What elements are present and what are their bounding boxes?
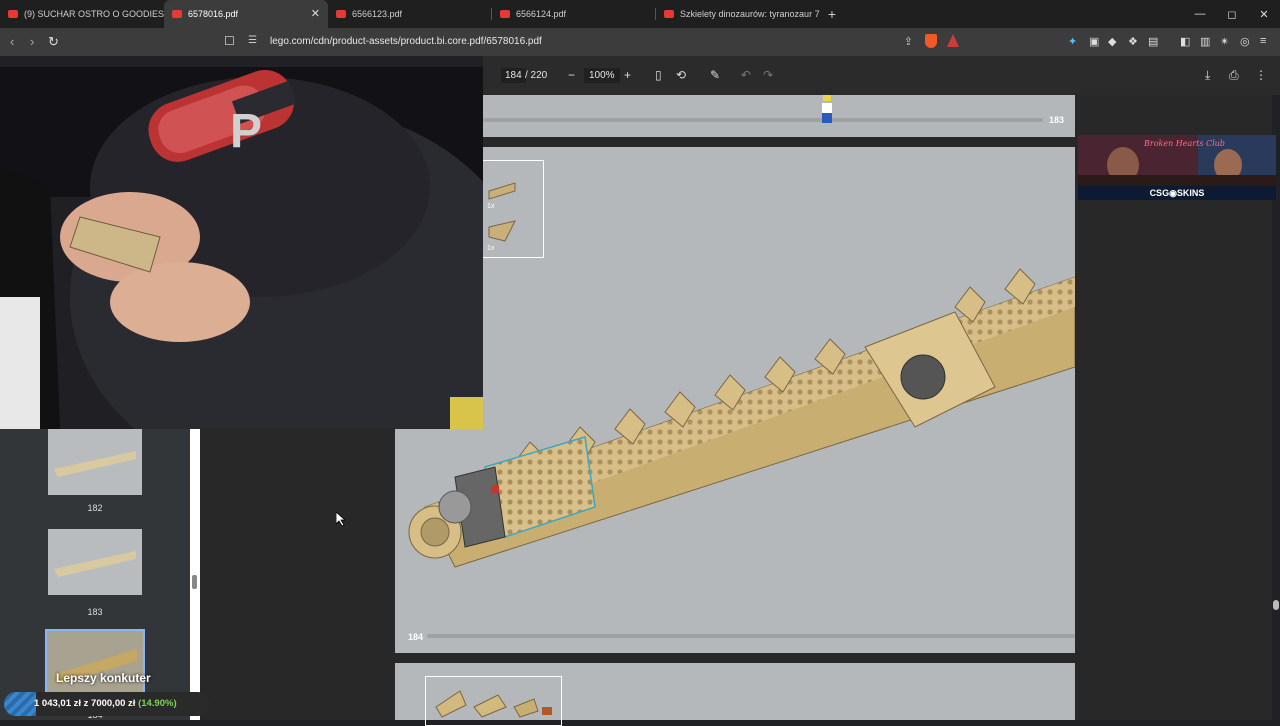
ad-brand: CSG◉SKINS: [1078, 186, 1276, 200]
puzzle-icon[interactable]: ❖: [1128, 35, 1138, 48]
svg-text:P: P: [230, 105, 262, 158]
page-total: / 220: [525, 70, 548, 81]
thumbnail-preview-image: [54, 551, 136, 577]
window-controls: — ◻ ✕: [1184, 0, 1280, 28]
share-icon[interactable]: ⇪: [904, 35, 913, 48]
tab-6566124[interactable]: 6566124.pdf: [492, 0, 656, 28]
tab-bar: (9) SUCHAR OSTRO O GOODIES! OD 6578016.p…: [0, 0, 1280, 28]
donation-percent: (14.90%): [138, 698, 177, 709]
tab-title: 6566123.pdf: [352, 9, 403, 19]
thumbnail-182[interactable]: [48, 429, 142, 495]
donation-goal-text: 1 043,01 zł z 7000,00 zł (14.90%): [34, 698, 177, 709]
url-field[interactable]: ☐ ☰ lego.com/cdn/product-assets/product.…: [216, 31, 971, 53]
tab-szkielety[interactable]: Szkielety dinozaurów: tyranozaur 76: [656, 0, 820, 28]
ad-neon-text: Broken Hearts Club: [1144, 139, 1225, 148]
tab-title: (9) SUCHAR OSTRO O GOODIES! OD: [24, 9, 164, 19]
minifigure-icon: [822, 95, 832, 123]
scrollbar-thumb[interactable]: [1273, 600, 1279, 610]
minimize-button[interactable]: —: [1184, 0, 1216, 28]
tab-close-icon[interactable]: ✕: [311, 7, 320, 20]
scrollbar-thumb[interactable]: [192, 575, 197, 589]
donation-progress-fill: [4, 692, 36, 716]
pdf-toolbar: 184 / 220 − 100% + ▯ ⟲ ✎ ↶ ↷ ⤓ ⎙ ⋮: [483, 56, 1280, 95]
thumbnail-preview-image: [54, 451, 136, 477]
print-icon[interactable]: ⎙: [1229, 68, 1239, 83]
bookmark-icon[interactable]: ☐: [224, 34, 235, 48]
annotate-icon[interactable]: ✎: [710, 68, 720, 82]
extension-icon[interactable]: ▣: [1089, 35, 1099, 48]
leo-icon[interactable]: ✴: [1220, 35, 1229, 48]
address-bar: ‹ › ↻ ☐ ☰ lego.com/cdn/product-assets/pr…: [0, 28, 1280, 56]
extension-icon[interactable]: ▤: [1148, 35, 1158, 48]
download-icon[interactable]: ⤓: [1205, 68, 1210, 83]
page-progress-bar: [483, 118, 1043, 122]
tab-title: Szkielety dinozaurów: tyranozaur 76: [680, 9, 820, 19]
extension-icon[interactable]: ✦: [1068, 35, 1077, 48]
url-text: lego.com/cdn/product-assets/product.bi.c…: [270, 36, 542, 47]
menu-icon[interactable]: ≡: [1260, 35, 1266, 47]
pdf-page-185: [395, 663, 1075, 726]
page-number-label: 183: [1049, 115, 1065, 125]
zoom-level[interactable]: 100%: [584, 68, 620, 83]
sponsor-ad[interactable]: Broken Hearts Club CSG◉SKINS: [1078, 135, 1276, 200]
brave-rewards-icon[interactable]: [947, 34, 959, 47]
thumbnail-preview-image: [53, 649, 137, 685]
rotate-icon[interactable]: ⟲: [676, 68, 686, 82]
lego-favicon-icon: [500, 10, 510, 18]
extension-icon[interactable]: ◆: [1108, 35, 1116, 48]
more-options-icon[interactable]: ⋮: [1255, 68, 1267, 82]
donation-goal-bar: 1 043,01 zł z 7000,00 zł (14.90%): [4, 692, 210, 716]
youtube-favicon-icon: [8, 10, 18, 18]
tab-6566123[interactable]: 6566123.pdf: [328, 0, 492, 28]
donation-goal-title: Lepszy konkuter: [56, 671, 151, 685]
zoom-in-button[interactable]: +: [624, 68, 631, 82]
page-number-input[interactable]: 184: [501, 68, 526, 83]
page-progress-bar: [427, 634, 1075, 638]
sidebar-icon[interactable]: ◧: [1180, 35, 1190, 48]
parts-callout: [425, 676, 562, 726]
undo-icon[interactable]: ↶: [741, 68, 751, 82]
tab-youtube[interactable]: (9) SUCHAR OSTRO O GOODIES! OD: [0, 0, 164, 28]
forward-icon[interactable]: ›: [30, 34, 34, 49]
thumbnail-183[interactable]: [48, 529, 142, 595]
tab-title: 6578016.pdf: [188, 9, 239, 19]
back-icon[interactable]: ‹: [10, 34, 14, 49]
lego-favicon-icon: [172, 10, 182, 18]
donation-goal: 7000,00 zł: [91, 698, 136, 709]
redo-icon[interactable]: ↷: [763, 68, 773, 82]
fit-page-icon[interactable]: ▯: [655, 68, 662, 82]
new-tab-button[interactable]: +: [820, 6, 844, 22]
part-quantity: 1x: [487, 203, 495, 210]
close-window-button[interactable]: ✕: [1248, 0, 1280, 28]
webcam-video-image: P: [0, 67, 483, 429]
webcam-overlay: P: [0, 67, 483, 429]
maximize-button[interactable]: ◻: [1216, 0, 1248, 28]
donation-of: z: [83, 698, 89, 709]
thumbnail-label: 183: [87, 607, 103, 617]
site-info-icon[interactable]: ☰: [248, 35, 257, 46]
pdf-page-183: 183: [483, 95, 1075, 137]
thumbnail-184-selected[interactable]: [45, 629, 145, 699]
tab-title: 6566124.pdf: [516, 9, 567, 19]
sidebar-scrollbar[interactable]: [190, 429, 200, 720]
wallet-icon[interactable]: ▥: [1200, 35, 1210, 48]
page-number-label: 184: [408, 632, 424, 642]
brave-shields-icon[interactable]: [925, 34, 937, 48]
reload-icon[interactable]: ↻: [48, 34, 59, 50]
donation-amount: 1 043,01 zł: [34, 698, 82, 709]
dinosaur-tail-model-image: [408, 268, 1075, 568]
vpn-icon[interactable]: ◎: [1240, 35, 1250, 48]
lego-favicon-icon: [664, 10, 674, 18]
mouse-cursor-icon: [336, 512, 346, 526]
thumbnail-label: 182: [87, 503, 103, 513]
lego-favicon-icon: [336, 10, 346, 18]
zoom-out-button[interactable]: −: [568, 68, 575, 82]
pdf-page-184: 1x 1x 184: [395, 147, 1075, 653]
tab-6578016[interactable]: 6578016.pdf ✕: [164, 0, 328, 28]
brick-parts-image: [435, 690, 552, 718]
